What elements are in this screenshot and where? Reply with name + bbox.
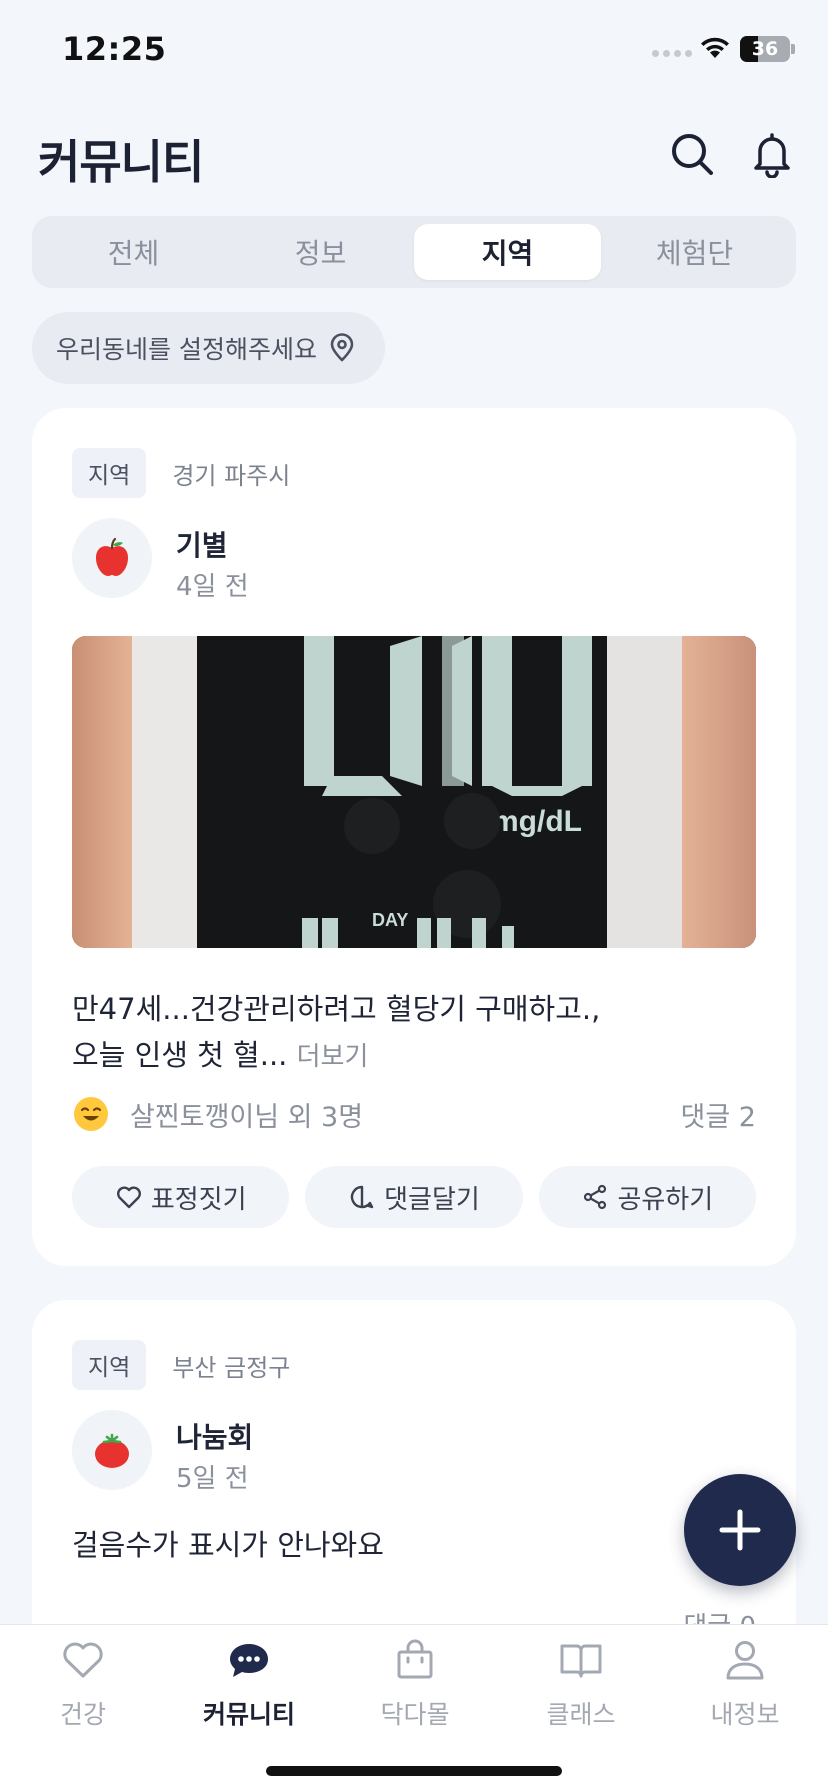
heart-icon [116,1186,141,1209]
read-more-link[interactable]: 더보기 [297,1042,369,1072]
chat-bubble-icon [230,1644,268,1677]
react-label: 표정짓기 [150,1184,247,1215]
reactions-text[interactable]: 살찐토깽이님 외 3명 [130,1095,363,1134]
home-indicator[interactable] [266,1766,562,1776]
person-icon [726,1641,764,1680]
plus-icon [719,1509,761,1551]
wifi-icon [701,37,729,58]
set-neighborhood-button[interactable]: 우리동네를 설정해주세요 [32,312,385,384]
post-actions: 표정짓기 댓글달기 공유하기 [72,1166,756,1228]
category-badge: 지역 [72,448,147,498]
nav-class[interactable]: 클래스 [498,1637,664,1731]
post-card[interactable]: 지역 경기 파주시 기별 4일 전 mg/dL DAY 만47세...건강관리하… [32,408,796,1266]
avatar[interactable] [72,518,152,598]
status-time: 12:25 [62,30,167,68]
post-text-line-2: 오늘 인생 첫 혈... [72,1038,288,1072]
apple-icon [96,537,128,576]
post-text-line: 만47세...건강관리하려고 혈당기 구매하고., [72,992,601,1026]
meter-unit: mg/dL [492,805,582,838]
reaction-summary: 살찐토깽이님 외 3명 댓글 2 [72,1092,756,1136]
comment-icon [350,1185,374,1209]
page-title: 커뮤니티 [38,135,204,189]
tab-info[interactable]: 정보 [227,224,414,280]
post-body[interactable]: 걸음수가 표시가 안나와요 [72,1522,752,1568]
status-bar: 12:25 36 [0,0,828,100]
battery-percent: 36 [751,38,779,60]
battery-icon: 36 [740,36,790,62]
tab-region[interactable]: 지역 [414,224,601,280]
nav-health[interactable]: 건강 [0,1637,166,1731]
react-button[interactable]: 표정짓기 [72,1166,290,1228]
glucose-meter-photo: mg/dL DAY [72,636,756,948]
author-name[interactable]: 나눔회 [176,1416,253,1456]
comment-button[interactable]: 댓글달기 [305,1166,523,1228]
nav-label: 내정보 [710,1700,780,1729]
set-neighborhood-label: 우리동네를 설정해주세요 [56,335,317,364]
shopping-bag-icon [397,1639,433,1679]
post-body[interactable]: 만47세...건강관리하려고 혈당기 구매하고., 오늘 인생 첫 혈... 더… [72,986,752,1080]
search-icon[interactable] [668,130,716,178]
post-time: 5일 전 [176,1464,249,1494]
category-badge: 지역 [72,1340,147,1390]
book-icon [560,1644,602,1678]
cellular-signal-icon [652,50,692,57]
tomato-icon [95,1433,129,1468]
nav-shop[interactable]: 닥다몰 [332,1637,498,1731]
nav-community[interactable]: 커뮤니티 [166,1637,332,1731]
nav-label: 클래스 [546,1700,616,1729]
post-time: 4일 전 [176,572,249,602]
share-label: 공유하기 [617,1184,714,1215]
region-name: 부산 금정구 [172,1353,291,1382]
nav-label: 닥다몰 [380,1700,450,1729]
post-meta: 지역 경기 파주시 [72,448,290,498]
comment-label: 댓글달기 [384,1184,480,1215]
author-name[interactable]: 기별 [176,524,228,564]
post-text-line: 걸음수가 표시가 안나와요 [72,1528,384,1562]
tab-all[interactable]: 전체 [40,224,227,280]
tab-experience-group[interactable]: 체험단 [601,224,788,280]
location-pin-icon [330,333,354,362]
smiling-emoji-icon [74,1097,108,1131]
region-name: 경기 파주시 [172,461,291,490]
post-image[interactable]: mg/dL DAY [72,636,756,948]
share-button[interactable]: 공유하기 [538,1166,756,1228]
bell-icon[interactable] [748,130,796,178]
comment-count[interactable]: 댓글 2 [681,1095,756,1134]
share-icon [584,1184,607,1210]
nav-my-info[interactable]: 내정보 [662,1637,828,1731]
battery-cap [791,44,795,54]
nav-label: 커뮤니티 [202,1700,295,1729]
category-tabs: 전체 정보 지역 체험단 [32,216,796,288]
heart-icon [63,1642,103,1678]
post-text-line: 오늘 인생 첫 혈... 더보기 [72,1032,752,1080]
avatar[interactable] [72,1410,152,1490]
nav-label: 건강 [59,1700,106,1729]
write-post-button[interactable] [684,1474,796,1586]
post-meta: 지역 부산 금정구 [72,1340,290,1390]
meter-day-label: DAY [372,910,408,930]
